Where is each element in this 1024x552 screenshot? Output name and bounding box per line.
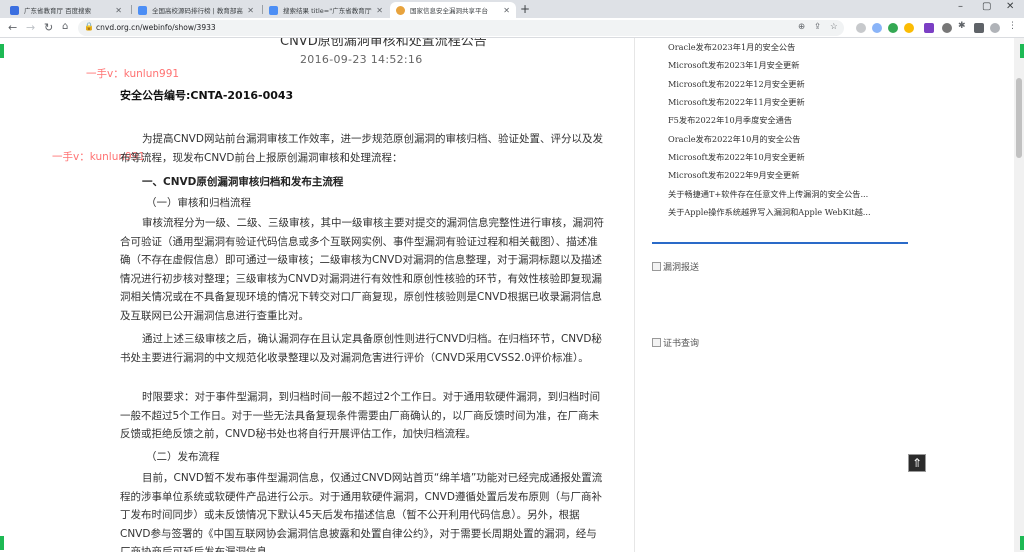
page-title: CNVD原创漏洞审核和处置流程公告 xyxy=(280,38,487,49)
news-link[interactable]: Microsoft发布2023年1月安全更新 xyxy=(668,59,908,71)
forward-arrow-icon[interactable]: → xyxy=(26,21,35,34)
extension-icon[interactable] xyxy=(872,23,882,33)
vulnerability-report-banner[interactable]: 漏洞报送 xyxy=(652,260,699,273)
broken-image-icon xyxy=(652,338,661,347)
cnvd-favicon-icon xyxy=(396,5,405,15)
tab-baidu-search[interactable]: 广东省教育厅 百度搜索 ✕ xyxy=(4,2,128,18)
close-icon[interactable]: ✕ xyxy=(115,6,122,15)
paragraph: 审核流程分为一级、二级、三级审核，其中一级审核主要对提交的漏洞信息完整性进行审核… xyxy=(120,217,604,322)
more-menu-icon[interactable]: ⋮ xyxy=(1008,21,1017,31)
extension-icon[interactable] xyxy=(904,23,914,33)
tab-search-results[interactable]: 搜索结果 title="广东省教育厅" ... ✕ xyxy=(263,2,389,18)
address-bar[interactable]: 🔒 cnvd.org.cn/webinfo/show/3933 ⊕ ⇪ ☆ xyxy=(78,20,844,36)
extension-icon[interactable] xyxy=(888,23,898,33)
back-to-top-button[interactable]: ⇑ xyxy=(908,454,926,472)
certificate-query-banner[interactable]: 证书查询 xyxy=(652,336,699,349)
screen-edge-marker xyxy=(1020,536,1024,550)
baidu-favicon-icon xyxy=(10,5,19,15)
tab-university-ranking[interactable]: 全国高校源码排行榜 | 教育部高校 ✕ xyxy=(132,2,260,18)
web-page: CNVD原创漏洞审核和处置流程公告 2016-09-23 14:52:16 一手… xyxy=(0,38,1024,552)
scrollbar-thumb[interactable] xyxy=(1016,78,1022,158)
paragraph: 为提高CNVD网站前台漏洞审核工作效率，进一步规范原创漏洞的审核归档、验证处置、… xyxy=(120,133,603,164)
site-favicon-icon xyxy=(138,5,147,15)
share-icon[interactable]: ⇪ xyxy=(814,22,821,32)
back-arrow-icon[interactable]: ← xyxy=(8,21,17,34)
image-alt-text: 漏洞报送 xyxy=(663,263,700,273)
extension-icon[interactable] xyxy=(856,23,866,33)
tab-title: 全国高校源码排行榜 | 教育部高校 xyxy=(152,7,244,15)
lock-icon: 🔒 xyxy=(84,22,94,31)
tab-title: 搜索结果 title="广东省教育厅" ... xyxy=(283,7,373,15)
maximize-button[interactable]: ▢ xyxy=(982,1,991,12)
tab-cnvd[interactable]: 国家信息安全漏洞共享平台 ✕ xyxy=(390,2,516,18)
url-text[interactable]: cnvd.org.cn/webinfo/show/3933 xyxy=(96,23,216,32)
tab-strip: 广东省教育厅 百度搜索 ✕ 全国高校源码排行榜 | 教育部高校 ✕ 搜索结果 t… xyxy=(0,0,1024,18)
screen-edge-marker xyxy=(1020,44,1024,58)
minimize-button[interactable]: – xyxy=(958,1,963,12)
news-link[interactable]: Microsoft发布2022年11月安全更新 xyxy=(668,96,908,108)
new-tab-button[interactable]: + xyxy=(520,2,530,16)
puzzle-extensions-icon[interactable]: ✱ xyxy=(958,21,966,31)
section-heading: 一、CNVD原创漏洞审核归档和发布主流程 xyxy=(142,176,344,188)
extension-icon[interactable] xyxy=(924,23,934,33)
section-divider xyxy=(652,242,908,244)
paragraph: 时限要求：对于事件型漏洞，到归档时间一般不超过2个工作日。对于通用软硬件漏洞，到… xyxy=(120,391,601,440)
scrollbar[interactable] xyxy=(1014,38,1024,552)
subsection-heading: （一）审核和归档流程 xyxy=(146,197,251,209)
news-link[interactable]: Microsoft发布2022年12月安全更新 xyxy=(668,78,908,90)
avatar[interactable] xyxy=(990,23,1000,33)
notice-number: 安全公告编号:CNTA-2016-0043 xyxy=(120,89,294,102)
close-icon[interactable]: ✕ xyxy=(247,6,254,15)
paragraph: 目前，CNVD暂不发布事件型漏洞信息，仅通过CNVD网站首页“绵羊墙”功能对已经… xyxy=(120,472,603,552)
image-alt-text: 证书查询 xyxy=(663,339,700,349)
bookmark-star-icon[interactable]: ☆ xyxy=(830,22,838,32)
divider xyxy=(634,38,635,552)
zoom-icon[interactable]: ⊕ xyxy=(798,22,805,32)
paragraph: 通过上述三级审核之后，确认漏洞存在且认定具备原创性则进行CNVD归档。在归档环节… xyxy=(120,333,602,364)
close-icon[interactable]: ✕ xyxy=(503,6,510,15)
news-link[interactable]: Oracle发布2023年1月的安全公告 xyxy=(668,41,908,53)
subsection-heading: （二）发布流程 xyxy=(146,451,220,463)
news-link[interactable]: Microsoft发布2022年9月安全更新 xyxy=(668,169,908,181)
broken-image-icon xyxy=(652,262,661,271)
screen-edge-marker xyxy=(0,536,4,550)
news-link[interactable]: Oracle发布2022年10月的安全公告 xyxy=(668,133,908,145)
close-window-button[interactable]: ✕ xyxy=(1006,1,1014,12)
browser-toolbar: ← → ↻ ⌂ 🔒 cnvd.org.cn/webinfo/show/3933 … xyxy=(0,18,1024,38)
publish-date: 2016-09-23 14:52:16 xyxy=(300,53,423,66)
news-link[interactable]: Microsoft发布2022年10月安全更新 xyxy=(668,151,908,163)
reload-icon[interactable]: ↻ xyxy=(44,21,53,34)
watermark-text: 一手v：kunlun991 xyxy=(86,68,180,80)
extension-icon[interactable] xyxy=(942,23,952,33)
tab-title: 国家信息安全漏洞共享平台 xyxy=(410,7,488,15)
tab-title: 广东省教育厅 百度搜索 xyxy=(24,7,92,15)
news-link[interactable]: F5发布2022年10月季度安全通告 xyxy=(668,114,908,126)
close-icon[interactable]: ✕ xyxy=(376,6,383,15)
home-icon[interactable]: ⌂ xyxy=(62,21,68,32)
news-link[interactable]: 关于畅捷通T+软件存在任意文件上传漏洞的安全公告... xyxy=(668,188,908,200)
site-favicon-icon xyxy=(269,5,278,15)
news-link[interactable]: 关于Apple操作系统越界写入漏洞和Apple WebKit越... xyxy=(668,206,908,218)
sidebar-icon[interactable] xyxy=(974,23,984,33)
screen-edge-marker xyxy=(0,44,4,58)
